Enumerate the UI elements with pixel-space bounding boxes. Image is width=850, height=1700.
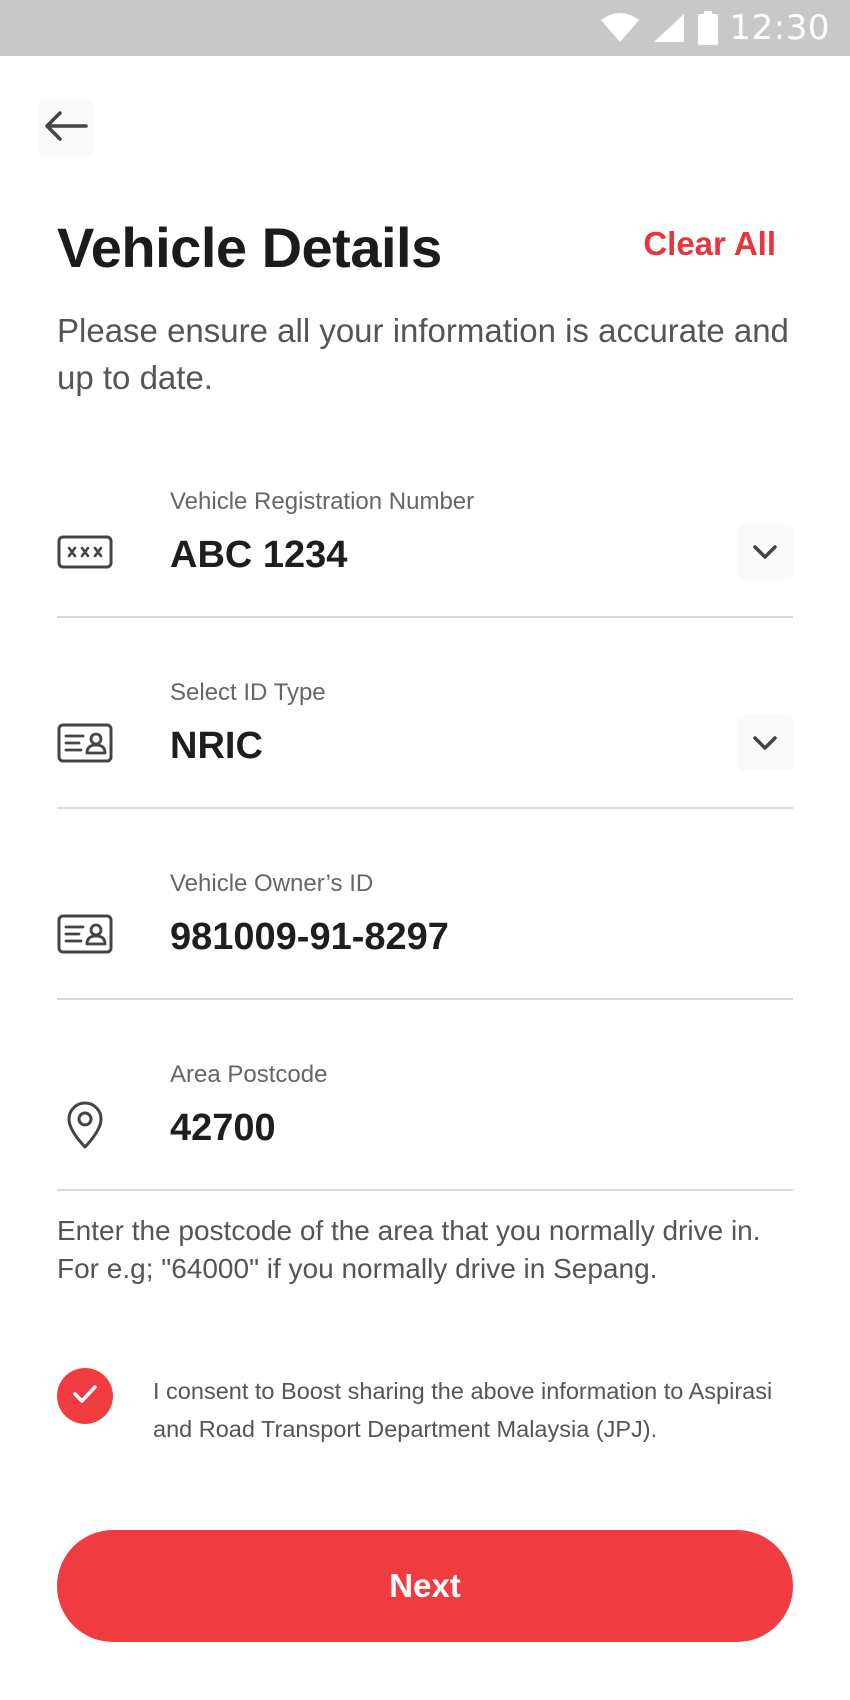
status-time: 12:30: [729, 8, 830, 48]
page-subtitle: Please ensure all your information is ac…: [57, 312, 789, 396]
postcode-label: Area Postcode: [170, 1061, 328, 1088]
chevron-down-icon[interactable]: [737, 524, 793, 580]
license-plate-icon: [57, 524, 113, 580]
clear-all-button[interactable]: Clear All: [643, 225, 776, 263]
cell-signal-icon: [652, 12, 686, 44]
postcode-hint: Enter the postcode of the area that you …: [57, 1215, 761, 1284]
chevron-down-icon[interactable]: [737, 715, 793, 771]
consent-checkbox[interactable]: [57, 1368, 113, 1424]
arrow-left-icon: [44, 110, 88, 147]
owner-id-value: 981009-91-8297: [170, 916, 449, 958]
owner-id-label: Vehicle Owner’s ID: [170, 870, 374, 897]
id-card-icon: [57, 906, 113, 962]
next-button-label: Next: [389, 1567, 461, 1604]
consent-text: I consent to Boost sharing the above inf…: [153, 1378, 773, 1442]
id-type-dropdown[interactable]: Select ID Type NRIC: [57, 619, 793, 809]
status-bar: 12:30: [0, 0, 850, 56]
checkmark-icon: [72, 1384, 98, 1409]
next-button[interactable]: Next: [57, 1530, 793, 1642]
id-type-value: NRIC: [170, 725, 263, 767]
back-button[interactable]: [38, 100, 94, 156]
postcode-field[interactable]: Area Postcode 42700: [57, 1001, 793, 1191]
vehicle-registration-value: ABC 1234: [170, 534, 348, 576]
battery-icon: [697, 11, 718, 45]
page-title: Vehicle Details: [57, 216, 442, 279]
location-pin-icon: [57, 1097, 113, 1153]
owner-id-field[interactable]: Vehicle Owner’s ID 981009-91-8297: [57, 810, 793, 1000]
id-card-icon: [57, 715, 113, 771]
vehicle-registration-label: Vehicle Registration Number: [170, 488, 475, 515]
wifi-icon: [600, 12, 640, 44]
postcode-value: 42700: [170, 1107, 276, 1149]
vehicle-registration-dropdown[interactable]: Vehicle Registration Number ABC 1234: [57, 428, 793, 618]
id-type-label: Select ID Type: [170, 679, 326, 706]
